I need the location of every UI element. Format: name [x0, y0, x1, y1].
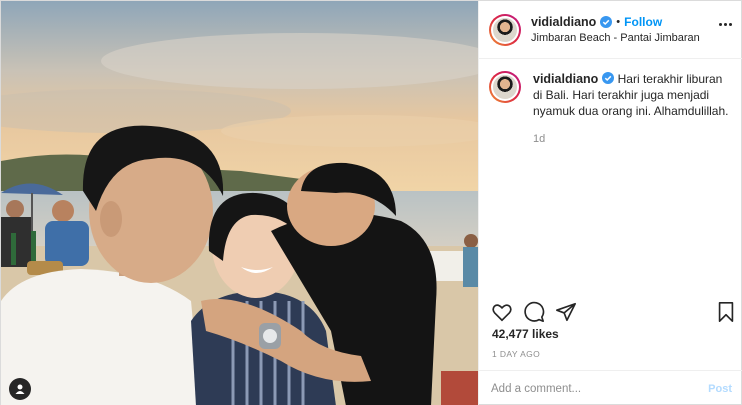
verified-badge-icon — [600, 16, 613, 28]
post-age[interactable]: 1 DAY AGO — [492, 349, 540, 359]
paper-plane-icon[interactable] — [555, 301, 577, 323]
post-comment-button[interactable]: Post — [708, 383, 732, 395]
header-text: vidialdiano • Follow Jimbaran Beach - Pa… — [531, 15, 700, 44]
post-side-panel: vidialdiano • Follow Jimbaran Beach - Pa… — [478, 1, 742, 405]
author-username[interactable]: vidialdiano — [531, 15, 596, 29]
follow-button[interactable]: Follow — [624, 15, 662, 29]
instagram-post: vidialdiano • Follow Jimbaran Beach - Pa… — [0, 0, 742, 405]
bookmark-icon[interactable] — [715, 301, 737, 323]
caption-avatar[interactable] — [489, 71, 521, 103]
more-options-icon[interactable] — [719, 23, 732, 26]
author-avatar[interactable] — [489, 13, 521, 46]
header-row: vidialdiano • Follow — [531, 15, 700, 29]
caption-time[interactable]: 1d — [533, 131, 734, 147]
caption-body: vidialdiano Hari terakhir liburan di Bal… — [533, 71, 734, 147]
beach-selfie-image — [1, 1, 478, 405]
comment-bubble-icon[interactable] — [523, 301, 545, 323]
location-link[interactable]: Jimbaran Beach - Pantai Jimbaran — [531, 32, 700, 44]
heart-icon[interactable] — [491, 301, 513, 323]
action-bar — [479, 297, 742, 325]
likes-count[interactable]: 42,477 likes — [492, 327, 559, 341]
comment-bar: Post — [479, 370, 742, 405]
post-header: vidialdiano • Follow Jimbaran Beach - Pa… — [479, 1, 742, 59]
caption-username[interactable]: vidialdiano — [533, 72, 598, 86]
verified-badge-icon — [602, 72, 615, 84]
user-tag-icon[interactable] — [9, 378, 31, 400]
comment-input[interactable] — [491, 382, 709, 395]
caption: vidialdiano Hari terakhir liburan di Bal… — [489, 71, 734, 147]
post-photo[interactable] — [1, 1, 478, 405]
separator-dot: • — [616, 16, 621, 28]
